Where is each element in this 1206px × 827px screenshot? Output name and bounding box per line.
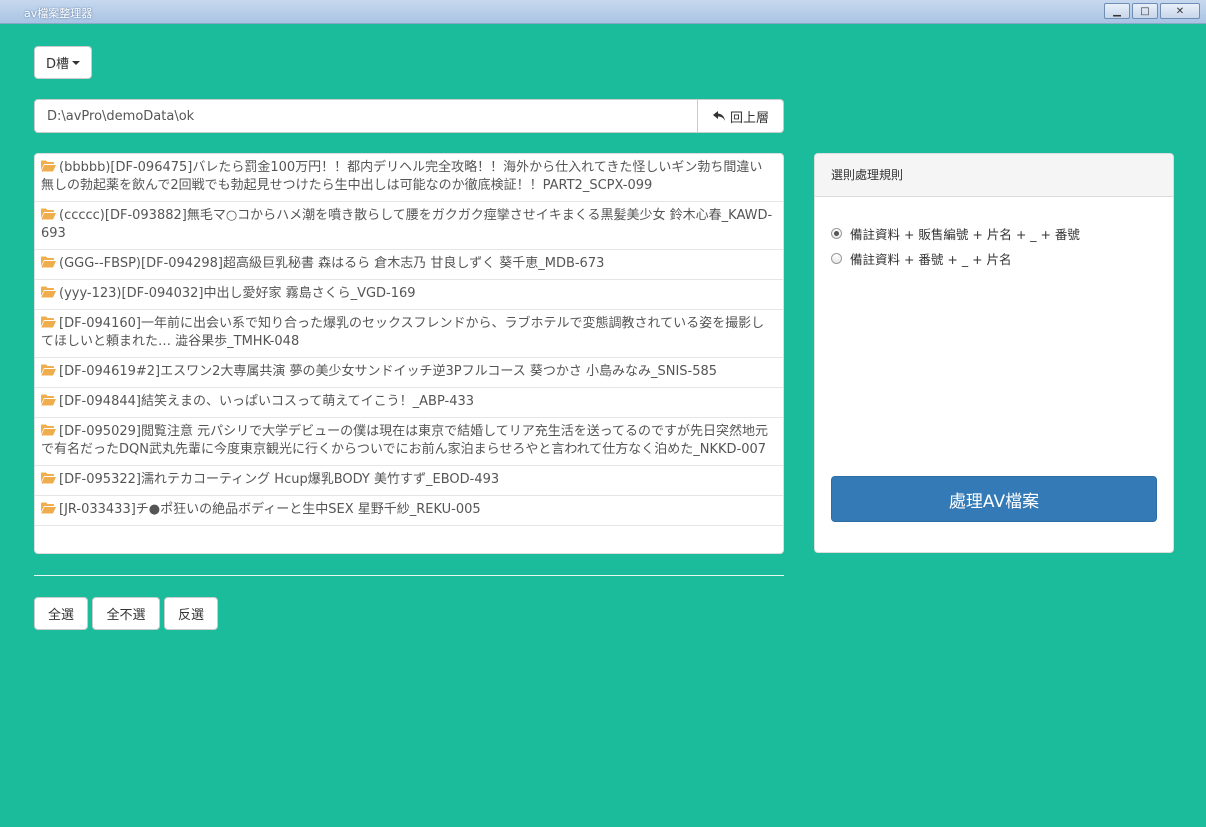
- file-list-item[interactable]: (yyy-123)[DF-094032]中出し愛好家 霧島さくら_VGD-169: [35, 280, 783, 310]
- file-list-item[interactable]: (ccccc)[DF-093882]無毛マ○コからハメ潮を噴き散らして腰をガクガ…: [35, 202, 783, 250]
- file-list-item[interactable]: [DF-095029]閲覧注意 元パシリで大学デビューの僕は現在は東京で結婚して…: [35, 418, 783, 466]
- select-none-button[interactable]: 全不選: [92, 597, 160, 630]
- path-input[interactable]: [34, 99, 698, 133]
- rules-panel: 選則處理規則 備註資料 + 販售編號 + 片名 + _ + 番號 備註資料 + …: [814, 153, 1174, 553]
- drive-label: D槽: [45, 57, 69, 72]
- file-list-item[interactable]: [DF-095322]濡れテカコーティング Hcup爆乳BODY 美竹すず_EB…: [35, 466, 783, 496]
- file-list-item[interactable]: [JR-033433]チ●ポ狂いの絶品ボディーと生中SEX 星野千紗_REKU-…: [35, 496, 783, 526]
- file-name: [DF-095322]濡れテカコーティング Hcup爆乳BODY 美竹すず_EB…: [59, 472, 500, 487]
- rule-option-label: 備註資料 + 販售編號 + 片名 + _ + 番號: [850, 227, 1080, 242]
- file-list-item[interactable]: (GGG--FBSP)[DF-094298]超高級巨乳秘書 森はるら 倉木志乃 …: [35, 250, 783, 280]
- maximize-button[interactable]: □: [1132, 3, 1158, 19]
- folder-open-icon: [41, 208, 56, 220]
- rule-option-1[interactable]: 備註資料 + 販售編號 + 片名 + _ + 番號: [831, 224, 1080, 243]
- folder-open-icon: [41, 364, 56, 376]
- folder-open-icon: [41, 394, 56, 406]
- folder-open-icon: [41, 256, 56, 268]
- file-list-item[interactable]: [DF-094160]一年前に出会い系で知り合った爆乳のセックスフレンドから、ラ…: [35, 310, 783, 358]
- rule-option-label: 備註資料 + 番號 + _ + 片名: [850, 252, 1012, 267]
- close-button[interactable]: ✕: [1160, 3, 1200, 19]
- window-title: av檔案整理器: [24, 7, 93, 20]
- file-name: [JR-033433]チ●ポ狂いの絶品ボディーと生中SEX 星野千紗_REKU-…: [59, 502, 481, 517]
- folder-open-icon: [41, 424, 56, 436]
- folder-open-icon: [41, 472, 56, 484]
- file-name: [DF-094619#2]エスワン2大専属共演 夢の美少女サンドイッチ逆3Pフル…: [59, 364, 718, 379]
- drive-dropdown-button[interactable]: D槽: [34, 46, 92, 79]
- folder-open-icon: [41, 316, 56, 328]
- file-name: (ccccc)[DF-093882]無毛マ○コからハメ潮を噴き散らして腰をガクガ…: [41, 208, 773, 241]
- rule-radio-2[interactable]: [831, 253, 842, 264]
- rule-option-2[interactable]: 備註資料 + 番號 + _ + 片名: [831, 249, 1012, 268]
- file-list-item[interactable]: (bbbbb)[DF-096475]バレたら罰金100万円！！都内デリヘル完全攻…: [35, 154, 783, 202]
- parent-folder-button[interactable]: 回上層: [698, 99, 784, 133]
- path-bar: 回上層: [34, 99, 784, 133]
- file-list-item[interactable]: [DF-094619#2]エスワン2大専属共演 夢の美少女サンドイッチ逆3Pフル…: [35, 358, 783, 388]
- folder-open-icon: [41, 160, 56, 172]
- window-controls: ▁ □ ✕: [1104, 3, 1200, 19]
- file-name: [DF-095029]閲覧注意 元パシリで大学デビューの僕は現在は東京で結婚して…: [41, 424, 769, 457]
- process-files-button[interactable]: 處理AV檔案: [831, 476, 1157, 522]
- folder-open-icon: [41, 502, 56, 514]
- caret-down-icon: [72, 60, 80, 65]
- minimize-button[interactable]: ▁: [1104, 3, 1130, 19]
- file-list-item[interactable]: [DF-094844]結笑えまの、いっぱいコスって萌えてイこう！_ABP-433: [35, 388, 783, 418]
- rules-heading: 選則處理規則: [815, 154, 1173, 197]
- parent-folder-label: 回上層: [729, 110, 769, 126]
- select-all-button[interactable]: 全選: [34, 597, 88, 630]
- file-name: (yyy-123)[DF-094032]中出し愛好家 霧島さくら_VGD-169: [59, 286, 416, 301]
- file-name: (bbbbb)[DF-096475]バレたら罰金100万円！！都内デリヘル完全攻…: [41, 160, 763, 193]
- invert-selection-button[interactable]: 反選: [164, 597, 218, 630]
- file-name: [DF-094160]一年前に出会い系で知り合った爆乳のセックスフレンドから、ラ…: [41, 316, 765, 349]
- window-titlebar: av檔案整理器 ▁ □ ✕: [0, 0, 1206, 24]
- file-name: [DF-094844]結笑えまの、いっぱいコスって萌えてイこう！_ABP-433: [59, 394, 475, 409]
- rule-radio-1[interactable]: [831, 228, 842, 239]
- folder-open-icon: [41, 286, 56, 298]
- file-name: (GGG--FBSP)[DF-094298]超高級巨乳秘書 森はるら 倉木志乃 …: [59, 256, 605, 271]
- divider: [34, 575, 784, 576]
- reply-arrow-icon: [712, 111, 725, 121]
- file-list: (bbbbb)[DF-096475]バレたら罰金100万円！！都内デリヘル完全攻…: [34, 153, 784, 554]
